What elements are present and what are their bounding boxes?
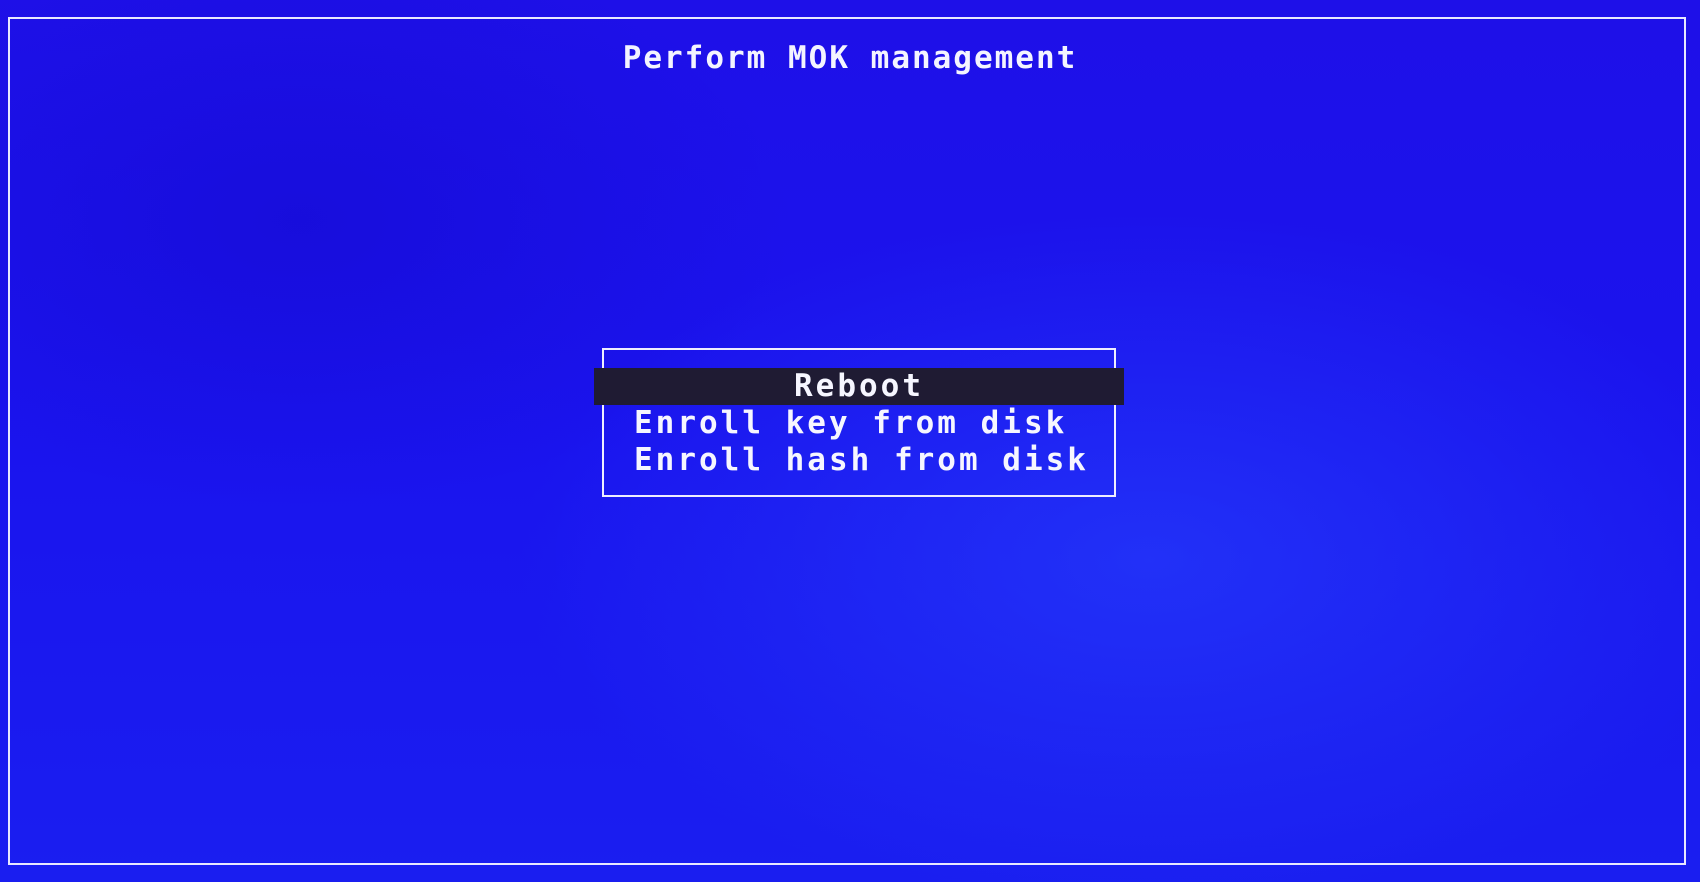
menu-item-reboot[interactable]: Reboot <box>594 368 1124 405</box>
mok-menu: Reboot Enroll key from disk Enroll hash … <box>594 368 1124 479</box>
mok-manager-screen: Perform MOK management Reboot Enroll key… <box>0 0 1700 882</box>
menu-item-enroll-hash[interactable]: Enroll hash from disk <box>594 442 1124 479</box>
page-title: Perform MOK management <box>622 40 1078 76</box>
menu-item-enroll-key[interactable]: Enroll key from disk <box>594 405 1124 442</box>
